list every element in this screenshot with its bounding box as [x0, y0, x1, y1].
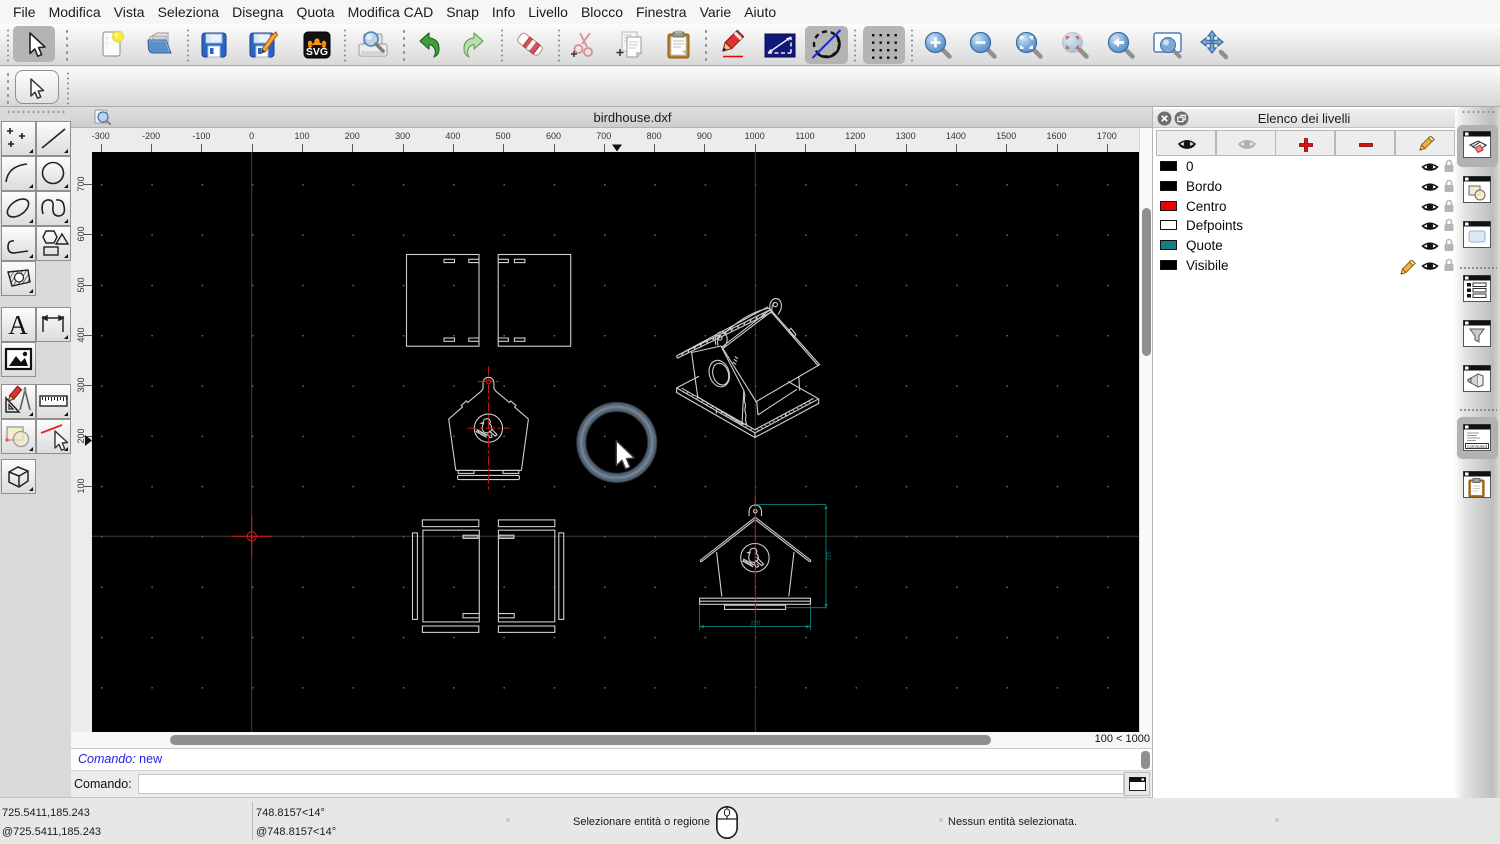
svg-text:600: 600 [76, 226, 86, 241]
svg-text:220: 220 [751, 621, 760, 627]
svg-text:700: 700 [76, 176, 86, 191]
svg-text:225: 225 [827, 551, 833, 560]
svg-text:100: 100 [76, 478, 86, 493]
svg-text:command: command [1467, 444, 1487, 449]
svg-text:SVG: SVG [306, 46, 328, 58]
svg-text:200: 200 [76, 428, 86, 443]
svg-text:400: 400 [76, 327, 86, 342]
svg-text:500: 500 [76, 277, 86, 292]
svg-text:300: 300 [76, 377, 86, 392]
svg-text:A: A [8, 310, 28, 340]
